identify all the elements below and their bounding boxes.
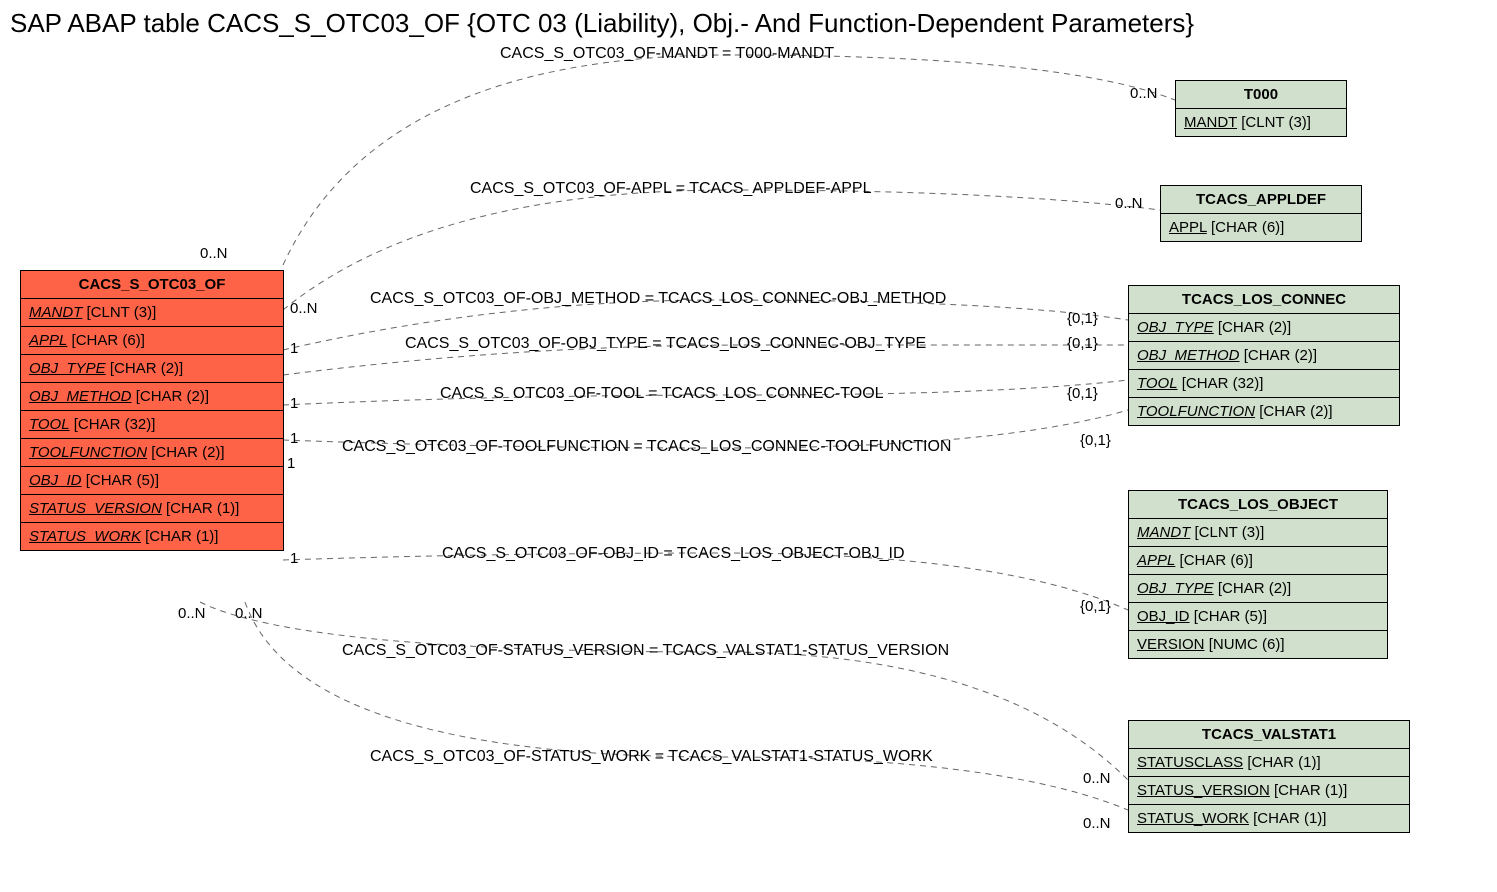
edge-label: CACS_S_OTC03_OF-TOOLFUNCTION = TCACS_LOS…: [342, 438, 951, 456]
cardinality-label: {0,1}: [1067, 385, 1098, 402]
table-row: OBJ_TYPE [CHAR (2)]: [21, 355, 283, 383]
ref-table-header: TCACS_APPLDEF: [1161, 186, 1361, 214]
ref-table-t000: T000 MANDT [CLNT (3)]: [1175, 80, 1347, 137]
edge-label: CACS_S_OTC03_OF-STATUS_WORK = TCACS_VALS…: [370, 748, 933, 766]
cardinality-label: {0,1}: [1080, 598, 1111, 615]
ref-table-header: TCACS_LOS_OBJECT: [1129, 491, 1387, 519]
cardinality-label: {0,1}: [1067, 335, 1098, 352]
cardinality-label: 1: [287, 455, 295, 472]
edge-label: CACS_S_OTC03_OF-STATUS_VERSION = TCACS_V…: [342, 642, 949, 660]
table-row: MANDT [CLNT (3)]: [1176, 109, 1346, 136]
cardinality-label: 0..N: [1083, 815, 1111, 832]
cardinality-label: 1: [290, 430, 298, 447]
cardinality-label: 1: [290, 550, 298, 567]
table-row: OBJ_ID [CHAR (5)]: [1129, 603, 1387, 631]
table-row: MANDT [CLNT (3)]: [21, 299, 283, 327]
table-row: APPL [CHAR (6)]: [1161, 214, 1361, 241]
table-row: TOOL [CHAR (32)]: [21, 411, 283, 439]
edge-label: CACS_S_OTC03_OF-TOOL = TCACS_LOS_CONNEC-…: [440, 385, 884, 403]
cardinality-label: {0,1}: [1067, 310, 1098, 327]
table-row: OBJ_TYPE [CHAR (2)]: [1129, 575, 1387, 603]
cardinality-label: 0..N: [235, 605, 263, 622]
cardinality-label: 0..N: [200, 245, 228, 262]
edge-label: CACS_S_OTC03_OF-OBJ_METHOD = TCACS_LOS_C…: [370, 290, 946, 308]
table-row: VERSION [NUMC (6)]: [1129, 631, 1387, 658]
main-table: CACS_S_OTC03_OF MANDT [CLNT (3)] APPL [C…: [20, 270, 284, 551]
table-row: STATUSCLASS [CHAR (1)]: [1129, 749, 1409, 777]
cardinality-label: 0..N: [290, 300, 318, 317]
cardinality-label: 0..N: [1130, 85, 1158, 102]
table-row: OBJ_ID [CHAR (5)]: [21, 467, 283, 495]
edge-label: CACS_S_OTC03_OF-OBJ_ID = TCACS_LOS_OBJEC…: [442, 545, 905, 563]
cardinality-label: {0,1}: [1080, 432, 1111, 449]
cardinality-label: 0..N: [1083, 770, 1111, 787]
cardinality-label: 0..N: [1115, 195, 1143, 212]
cardinality-label: 0..N: [178, 605, 206, 622]
ref-table-los-object: TCACS_LOS_OBJECT MANDT [CLNT (3)] APPL […: [1128, 490, 1388, 659]
edge-label: CACS_S_OTC03_OF-APPL = TCACS_APPLDEF-APP…: [470, 180, 871, 198]
table-row: OBJ_TYPE [CHAR (2)]: [1129, 314, 1399, 342]
ref-table-los-connec: TCACS_LOS_CONNEC OBJ_TYPE [CHAR (2)] OBJ…: [1128, 285, 1400, 426]
table-row: STATUS_VERSION [CHAR (1)]: [1129, 777, 1409, 805]
cardinality-label: 1: [290, 395, 298, 412]
edge-label: CACS_S_OTC03_OF-MANDT = T000-MANDT: [500, 45, 834, 63]
table-row: OBJ_METHOD [CHAR (2)]: [21, 383, 283, 411]
table-row: STATUS_WORK [CHAR (1)]: [1129, 805, 1409, 832]
table-row: APPL [CHAR (6)]: [21, 327, 283, 355]
edge-label: CACS_S_OTC03_OF-OBJ_TYPE = TCACS_LOS_CON…: [405, 335, 926, 353]
ref-table-valstat1: TCACS_VALSTAT1 STATUSCLASS [CHAR (1)] ST…: [1128, 720, 1410, 833]
table-row: STATUS_WORK [CHAR (1)]: [21, 523, 283, 550]
table-row: APPL [CHAR (6)]: [1129, 547, 1387, 575]
table-row: OBJ_METHOD [CHAR (2)]: [1129, 342, 1399, 370]
cardinality-label: 1: [290, 340, 298, 357]
page-title: SAP ABAP table CACS_S_OTC03_OF {OTC 03 (…: [10, 8, 1194, 39]
ref-table-header: TCACS_VALSTAT1: [1129, 721, 1409, 749]
table-row: TOOL [CHAR (32)]: [1129, 370, 1399, 398]
ref-table-header: TCACS_LOS_CONNEC: [1129, 286, 1399, 314]
ref-table-appldef: TCACS_APPLDEF APPL [CHAR (6)]: [1160, 185, 1362, 242]
ref-table-header: T000: [1176, 81, 1346, 109]
table-row: TOOLFUNCTION [CHAR (2)]: [21, 439, 283, 467]
main-table-header: CACS_S_OTC03_OF: [21, 271, 283, 299]
table-row: MANDT [CLNT (3)]: [1129, 519, 1387, 547]
table-row: TOOLFUNCTION [CHAR (2)]: [1129, 398, 1399, 425]
table-row: STATUS_VERSION [CHAR (1)]: [21, 495, 283, 523]
